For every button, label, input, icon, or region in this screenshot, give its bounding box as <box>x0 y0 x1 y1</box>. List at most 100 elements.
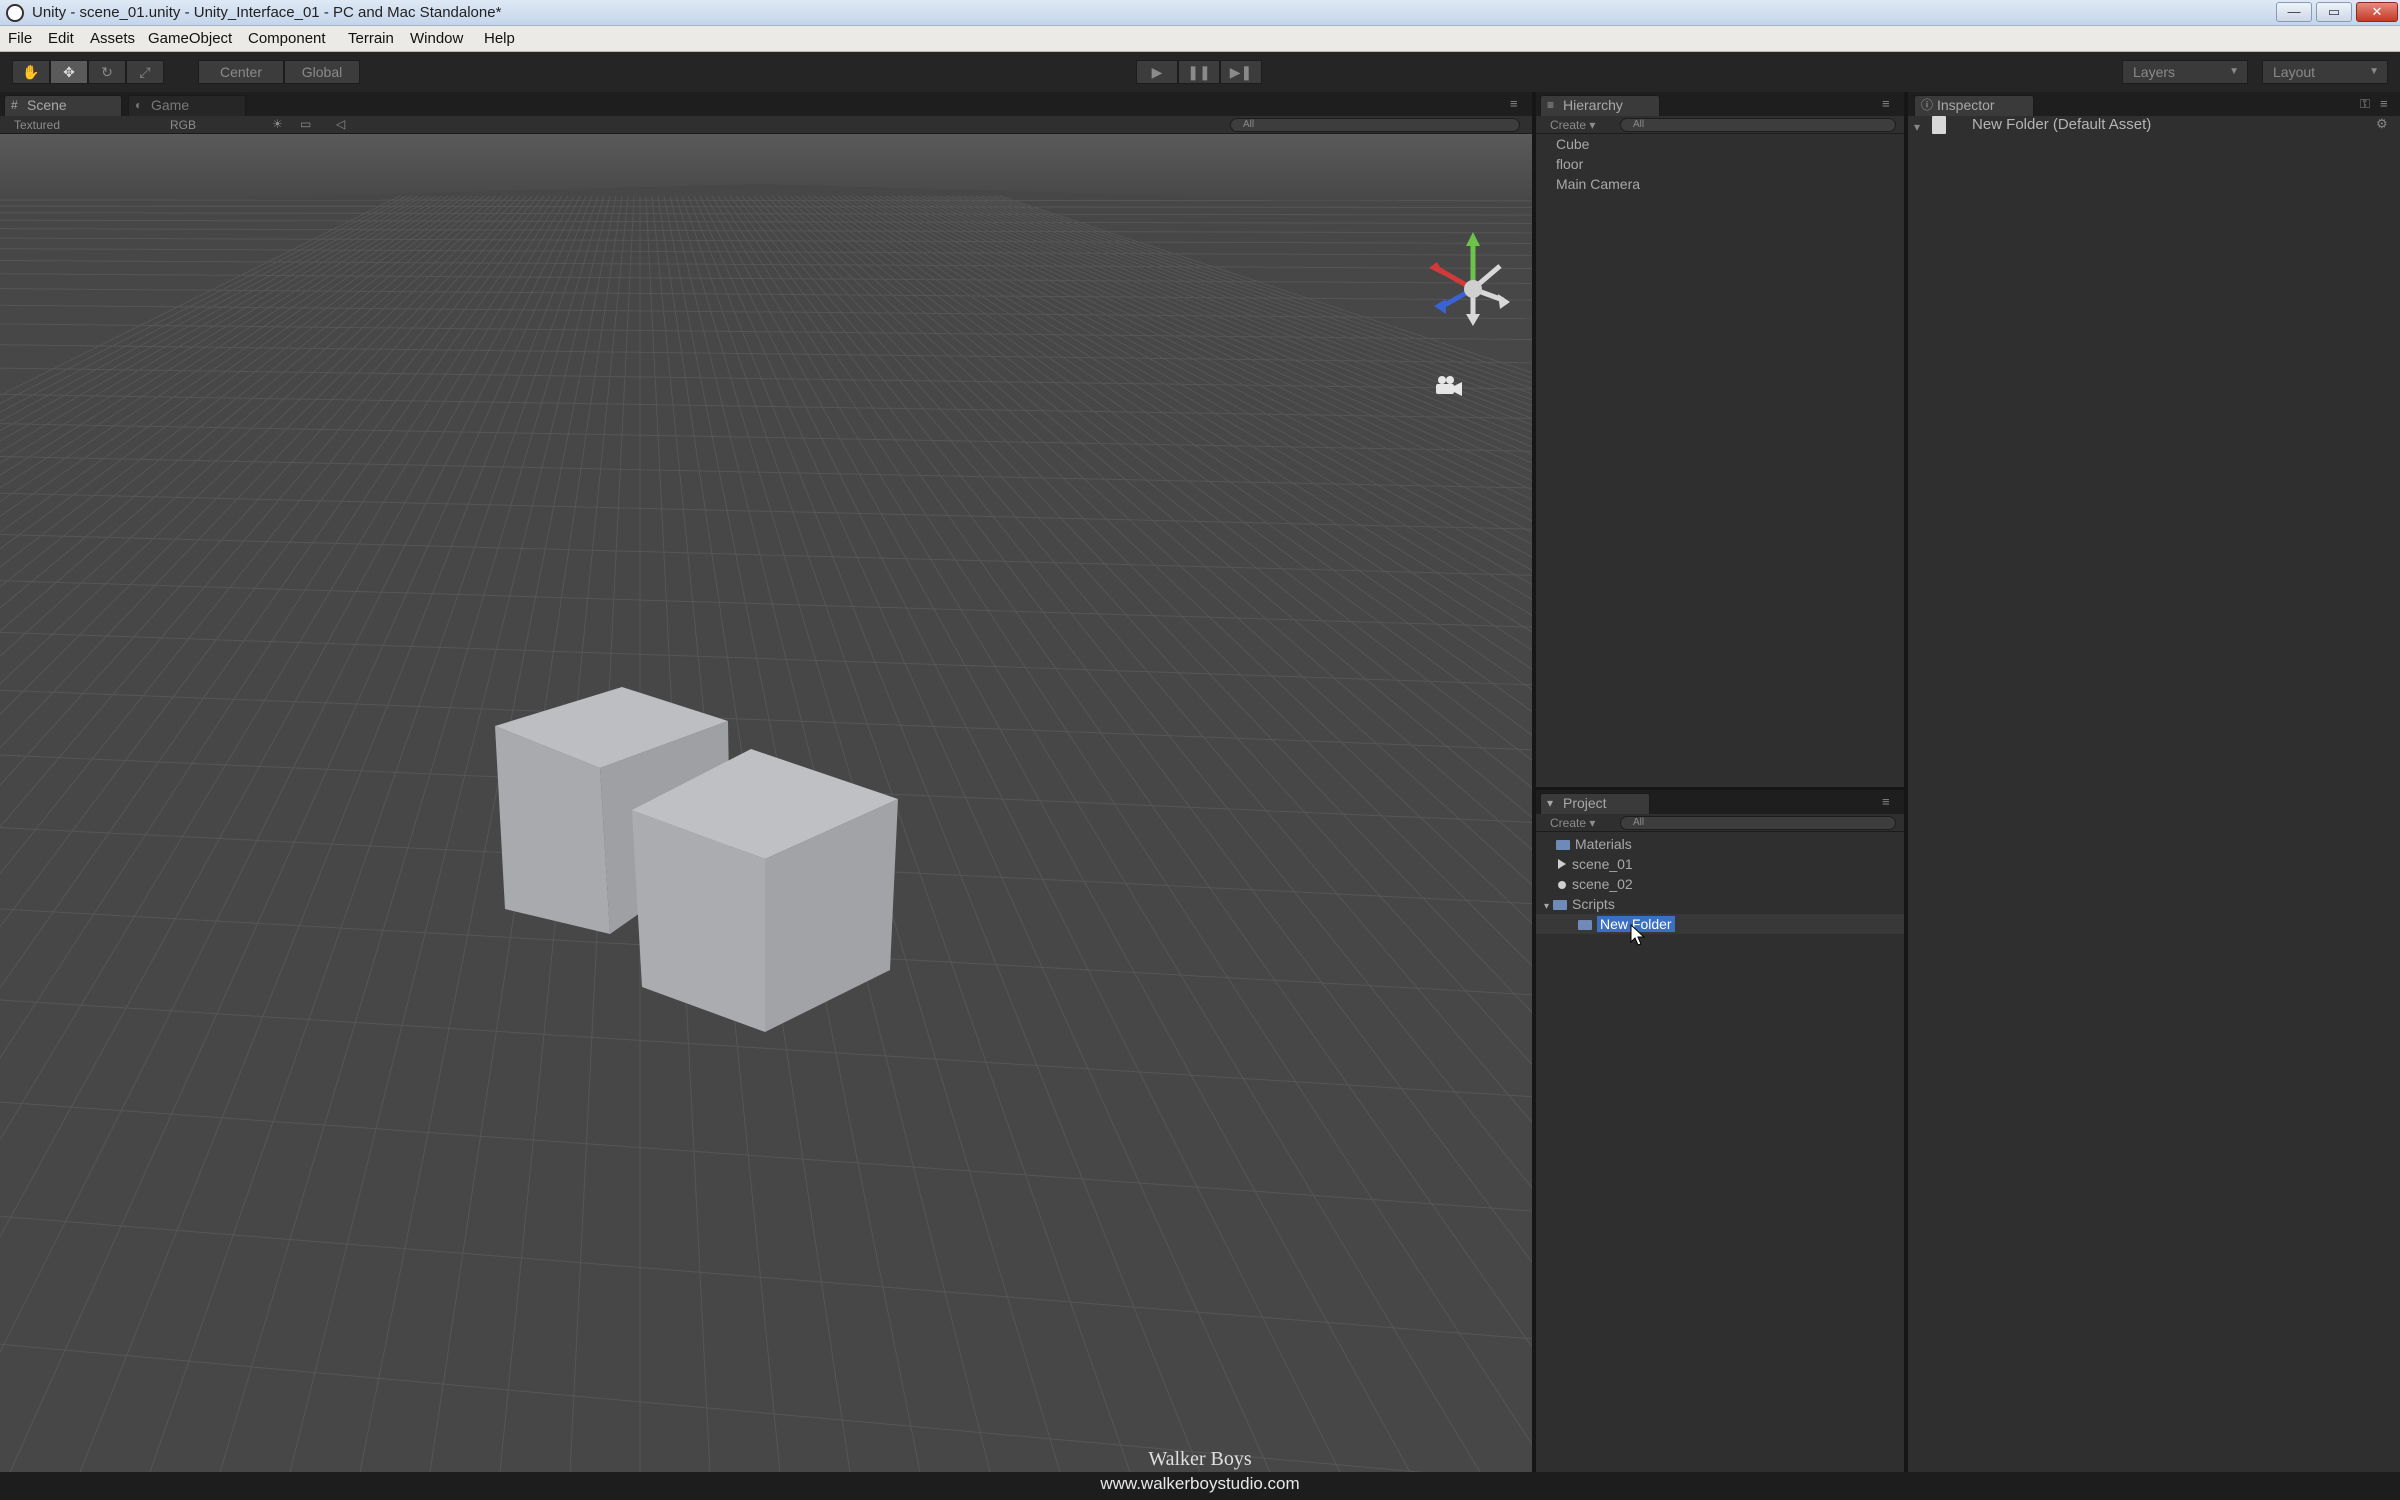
folder-icon <box>1556 840 1570 850</box>
project-item-scene-01[interactable]: scene_01 <box>1558 854 1633 874</box>
inspector-object-title: New Folder (Default Asset) <box>1972 116 2152 133</box>
panel-menu-icon[interactable]: ≡ <box>2380 96 2388 111</box>
tab-inspector-label: Inspector <box>1937 97 1995 113</box>
tab-inspector[interactable]: ⓘ Inspector <box>1914 95 2034 116</box>
hierarchy-tab-icon: ≡ <box>1547 98 1555 112</box>
hierarchy-item-main-camera[interactable]: Main Camera <box>1556 174 1640 194</box>
hierarchy-panel: ≡ Hierarchy ≡ Create ▾ All Cube floor Ma… <box>1536 92 1904 787</box>
project-search-input[interactable]: All <box>1620 816 1896 830</box>
panel-menu-icon[interactable]: ≡ <box>1510 96 1518 111</box>
menu-edit[interactable]: Edit <box>48 30 74 47</box>
hierarchy-create-label: Create <box>1550 118 1587 132</box>
project-tab-bar: ▾ Project ≡ <box>1536 790 1904 814</box>
scale-tool-button[interactable]: ⤢ <box>126 60 164 84</box>
project-item-label: scene_02 <box>1572 876 1633 892</box>
audio-icon[interactable]: ◁ <box>336 117 345 131</box>
tab-project[interactable]: ▾ Project <box>1540 793 1650 814</box>
project-panel: ▾ Project ≡ Create ▾ All Materials scene… <box>1536 790 1904 1472</box>
close-button[interactable]: ✕ <box>2356 2 2398 22</box>
hand-tool-button[interactable]: ✋ <box>12 60 50 84</box>
file-icon <box>1932 116 1946 134</box>
lock-icon[interactable]: ⚿ <box>2360 96 2370 112</box>
tab-game[interactable]: ◐ Game <box>128 95 246 116</box>
tab-project-label: Project <box>1563 795 1607 811</box>
settings-gear-icon[interactable]: ⚙ <box>2376 116 2388 132</box>
panel-menu-icon[interactable]: ≡ <box>1882 794 1890 809</box>
project-item-label: scene_01 <box>1572 856 1633 872</box>
scene-viewport[interactable] <box>0 134 1532 1472</box>
tab-scene-label: Scene <box>27 97 67 113</box>
hierarchy-control-bar: Create ▾ All <box>1536 116 1904 134</box>
chevron-down-icon: ▼ <box>2229 66 2239 77</box>
hierarchy-search-input[interactable]: All <box>1620 118 1896 132</box>
layout-dropdown[interactable]: Layout ▼ <box>2262 60 2388 84</box>
mouse-cursor-icon <box>1630 924 1646 946</box>
scene-icon <box>1558 859 1566 869</box>
window-title-bar: Unity - scene_01.unity - Unity_Interface… <box>0 0 2400 26</box>
render-mode-dropdown[interactable]: Textured <box>14 118 154 132</box>
menu-window[interactable]: Window <box>410 30 463 47</box>
layers-label: Layers <box>2133 64 2176 80</box>
pause-button[interactable]: ❚❚ <box>1178 60 1220 84</box>
tab-hierarchy[interactable]: ≡ Hierarchy <box>1540 95 1660 116</box>
tab-scene[interactable]: # Scene <box>4 95 122 116</box>
project-item-materials[interactable]: Materials <box>1556 834 1632 854</box>
menu-help[interactable]: Help <box>484 30 515 47</box>
minimize-button[interactable]: — <box>2276 2 2312 22</box>
inspector-tab-bar: ⓘ Inspector ⚿ ≡ <box>1908 92 2400 116</box>
step-button[interactable]: ▶❚ <box>1220 60 1262 84</box>
watermark-url: www.walkerboystudio.com <box>1100 1474 1300 1493</box>
scene-panel: # Scene ◐ Game ≡ Textured RGB ☀ ▭ ◁ All <box>0 92 1532 1472</box>
menu-terrain[interactable]: Terrain <box>348 30 394 47</box>
menu-gameobject[interactable]: GameObject <box>148 30 232 47</box>
move-tool-button[interactable]: ✥ <box>50 60 88 84</box>
hierarchy-item-cube[interactable]: Cube <box>1556 134 1589 154</box>
sun-icon[interactable]: ☀ <box>272 117 283 131</box>
folder-icon <box>1553 900 1568 910</box>
project-create-dropdown[interactable]: Create ▾ <box>1550 816 1595 830</box>
layout-label: Layout <box>2273 64 2316 80</box>
pivot-center-button[interactable]: Center <box>198 60 284 84</box>
menu-assets[interactable]: Assets <box>90 30 135 47</box>
hierarchy-create-dropdown[interactable]: Create ▾ <box>1550 118 1595 132</box>
window-title: Unity - scene_01.unity - Unity_Interface… <box>32 4 502 21</box>
foldout-arrow-icon[interactable]: ▾ <box>1544 901 1549 912</box>
inspector-tab-icon: ⓘ <box>1921 98 1934 112</box>
maximize-button[interactable]: ▭ <box>2316 2 2352 22</box>
foldout-arrow-icon[interactable]: ▾ <box>1914 120 1920 134</box>
menu-bar: File Edit Assets GameObject Component Te… <box>0 26 2400 52</box>
project-item-scripts[interactable]: ▾ Scripts <box>1544 894 1615 914</box>
project-item-new-folder[interactable]: New Folder <box>1536 914 1904 934</box>
layers-dropdown[interactable]: Layers ▼ <box>2122 60 2248 84</box>
project-item-label: Materials <box>1575 836 1632 852</box>
search-placeholder: All <box>1243 119 1255 130</box>
rotate-tool-button[interactable]: ↻ <box>88 60 126 84</box>
menu-file[interactable]: File <box>8 30 32 47</box>
project-item-scene-02[interactable]: scene_02 <box>1558 874 1633 894</box>
prefab-icon <box>1558 881 1566 889</box>
space-global-button[interactable]: Global <box>284 60 360 84</box>
watermark-name: Walker Boys <box>1148 1448 1252 1470</box>
hierarchy-tab-bar: ≡ Hierarchy ≡ <box>1536 92 1904 116</box>
scene-control-bar: Textured RGB ☀ ▭ ◁ All <box>0 116 1532 134</box>
scene-tab-icon: # <box>11 98 18 112</box>
inspector-panel: ⓘ Inspector ⚿ ≡ ▾ New Folder (Default As… <box>1908 92 2400 1472</box>
game-tab-icon: ◐ <box>135 98 143 112</box>
main-toolbar: ✋ ✥ ↻ ⤢ Center Global ▶ ❚❚ ▶❚ Layers ▼ L… <box>0 52 2400 92</box>
menu-component[interactable]: Component <box>248 30 326 47</box>
scene-tab-bar: # Scene ◐ Game ≡ <box>0 92 1532 116</box>
project-tab-icon: ▾ <box>1547 796 1554 810</box>
color-mode-dropdown[interactable]: RGB <box>170 118 250 132</box>
project-create-label: Create <box>1550 816 1587 830</box>
play-button[interactable]: ▶ <box>1136 60 1178 84</box>
unity-logo-icon <box>6 4 24 22</box>
chevron-down-icon: ▼ <box>2369 66 2379 77</box>
panel-menu-icon[interactable]: ≡ <box>1882 96 1890 111</box>
scene-search-input[interactable]: All <box>1230 118 1520 132</box>
hierarchy-item-floor[interactable]: floor <box>1556 154 1583 174</box>
tab-game-label: Game <box>151 97 190 113</box>
search-placeholder: All <box>1633 817 1645 828</box>
folder-icon <box>1578 920 1592 930</box>
project-control-bar: Create ▾ All <box>1536 814 1904 832</box>
image-icon[interactable]: ▭ <box>300 117 311 131</box>
